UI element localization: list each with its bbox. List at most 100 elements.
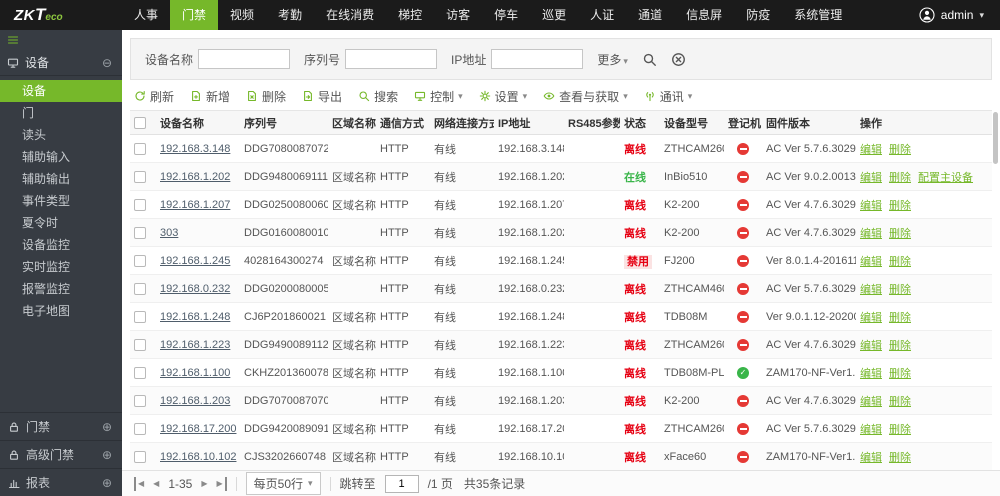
scrollbar-thumb[interactable] [993, 112, 998, 164]
next-page-button[interactable]: ▶ [201, 477, 207, 491]
top-menu-item-2[interactable]: 视频 [218, 0, 266, 30]
column-header-1[interactable]: 序列号 [240, 110, 328, 135]
action-link[interactable]: 编辑 [860, 284, 882, 296]
first-page-button[interactable]: ◀ [134, 476, 144, 491]
action-link[interactable]: 编辑 [860, 396, 882, 408]
sidebar-bottom-item-1[interactable]: 高级门禁 ⊕ [0, 440, 122, 468]
device-name-link[interactable]: 192.168.1.100 [160, 367, 230, 379]
sidebar-item-4[interactable]: 辅助输出 [0, 168, 122, 190]
clear-search-button[interactable] [671, 52, 686, 67]
action-link[interactable]: 删除 [889, 172, 911, 184]
search-button[interactable] [642, 52, 657, 67]
expand-icon[interactable]: ⊕ [102, 420, 112, 434]
row-checkbox[interactable] [134, 170, 146, 183]
device-name-link[interactable]: 192.168.0.232 [160, 283, 230, 295]
column-header-0[interactable]: 设备名称 [156, 110, 240, 135]
sidebar-toggle-button[interactable] [0, 30, 122, 50]
column-header-5[interactable]: IP地址 [494, 110, 564, 135]
action-link[interactable]: 删除 [889, 312, 911, 324]
action-link[interactable]: 编辑 [860, 452, 882, 464]
toolbar-doc-add-button[interactable]: 新增 [190, 88, 230, 105]
action-link[interactable]: 删除 [889, 424, 911, 436]
row-checkbox[interactable] [134, 366, 146, 379]
row-checkbox[interactable] [134, 142, 146, 155]
row-checkbox[interactable] [134, 394, 146, 407]
top-menu-item-6[interactable]: 访客 [434, 0, 482, 30]
action-link[interactable]: 删除 [889, 396, 911, 408]
top-menu-item-5[interactable]: 梯控 [386, 0, 434, 30]
sidebar-bottom-item-2[interactable]: 报表 ⊕ [0, 468, 122, 496]
column-header-9[interactable]: 登记机 [724, 110, 762, 135]
row-checkbox[interactable] [134, 282, 146, 295]
action-link[interactable]: 编辑 [860, 340, 882, 352]
sidebar-bottom-item-0[interactable]: 门禁 ⊕ [0, 412, 122, 440]
row-checkbox[interactable] [134, 310, 146, 323]
column-header-8[interactable]: 设备型号 [660, 110, 724, 135]
device-name-link[interactable]: 192.168.1.207 [160, 199, 230, 211]
top-menu-item-9[interactable]: 人证 [578, 0, 626, 30]
column-header-7[interactable]: 状态 [620, 110, 660, 135]
row-checkbox[interactable] [134, 226, 146, 239]
row-checkbox[interactable] [134, 338, 146, 351]
row-checkbox[interactable] [134, 450, 146, 463]
toolbar-control-button[interactable]: 控制 ▾ [414, 88, 463, 105]
sidebar-section-header[interactable]: 设备 ⊖ [0, 50, 122, 76]
action-link[interactable]: 编辑 [860, 256, 882, 268]
action-link[interactable]: 删除 [889, 368, 911, 380]
column-header-6[interactable]: RS485参数 [564, 110, 620, 135]
row-checkbox[interactable] [134, 198, 146, 211]
device-name-link[interactable]: 192.168.1.223 [160, 339, 230, 351]
search-field-input-1[interactable] [345, 49, 438, 69]
device-name-link[interactable]: 192.168.17.200 [160, 423, 236, 435]
more-filters-button[interactable]: 更多 ▾ [597, 51, 628, 68]
sidebar-item-9[interactable]: 报警监控 [0, 278, 122, 300]
top-menu-item-13[interactable]: 系统管理 [782, 0, 854, 30]
toolbar-comm-button[interactable]: 通讯 ▾ [644, 88, 692, 105]
sidebar-item-3[interactable]: 辅助输入 [0, 146, 122, 168]
expand-icon[interactable]: ⊕ [102, 448, 112, 462]
action-link[interactable]: 删除 [889, 452, 911, 464]
sidebar-item-2[interactable]: 读头 [0, 124, 122, 146]
last-page-button[interactable]: ▶ [217, 476, 227, 491]
top-menu-item-4[interactable]: 在线消费 [314, 0, 386, 30]
top-menu-item-10[interactable]: 通道 [626, 0, 674, 30]
jump-page-input[interactable] [384, 474, 419, 493]
sidebar-item-1[interactable]: 门 [0, 102, 122, 124]
action-link[interactable]: 编辑 [860, 144, 882, 156]
action-link[interactable]: 删除 [889, 284, 911, 296]
row-checkbox[interactable] [134, 254, 146, 267]
search-field-input-0[interactable] [198, 49, 291, 69]
action-link[interactable]: 删除 [889, 144, 911, 156]
action-link[interactable]: 编辑 [860, 368, 882, 380]
toolbar-refresh-button[interactable]: 刷新 [134, 88, 174, 105]
device-name-link[interactable]: 192.168.1.202 [160, 171, 230, 183]
search-field-input-2[interactable] [491, 49, 584, 69]
column-header-3[interactable]: 通信方式 [376, 110, 430, 135]
toolbar-search-button[interactable]: 搜索 [358, 88, 398, 105]
device-name-link[interactable]: 192.168.1.203 [160, 395, 230, 407]
sidebar-item-10[interactable]: 电子地图 [0, 300, 122, 322]
top-menu-item-8[interactable]: 巡更 [530, 0, 578, 30]
action-link[interactable]: 编辑 [860, 312, 882, 324]
column-header-2[interactable]: 区域名称 [328, 110, 376, 135]
collapse-icon[interactable]: ⊖ [102, 56, 112, 70]
action-link[interactable]: 删除 [889, 228, 911, 240]
toolbar-eye-button[interactable]: 查看与获取 ▾ [543, 88, 628, 105]
prev-page-button[interactable]: ◀ [153, 477, 159, 491]
top-menu-item-12[interactable]: 防疫 [734, 0, 782, 30]
sidebar-item-0[interactable]: 设备 [0, 80, 122, 102]
top-menu-item-1[interactable]: 门禁 [170, 0, 219, 30]
action-link[interactable]: 删除 [889, 340, 911, 352]
toolbar-gear-button[interactable]: 设置 ▾ [479, 88, 527, 105]
action-link[interactable]: 编辑 [860, 228, 882, 240]
sidebar-item-8[interactable]: 实时监控 [0, 256, 122, 278]
device-name-link[interactable]: 192.168.10.102 [160, 451, 236, 463]
action-link[interactable]: 编辑 [860, 424, 882, 436]
action-link[interactable]: 编辑 [860, 172, 882, 184]
device-name-link[interactable]: 192.168.1.245 [160, 255, 230, 267]
action-link[interactable]: 编辑 [860, 200, 882, 212]
device-name-link[interactable]: 303 [160, 227, 178, 239]
rows-per-page-select[interactable]: 每页50行 ▾ [245, 472, 321, 495]
column-header-4[interactable]: 网络连接方式 [430, 110, 494, 135]
device-name-link[interactable]: 192.168.3.148 [160, 143, 230, 155]
